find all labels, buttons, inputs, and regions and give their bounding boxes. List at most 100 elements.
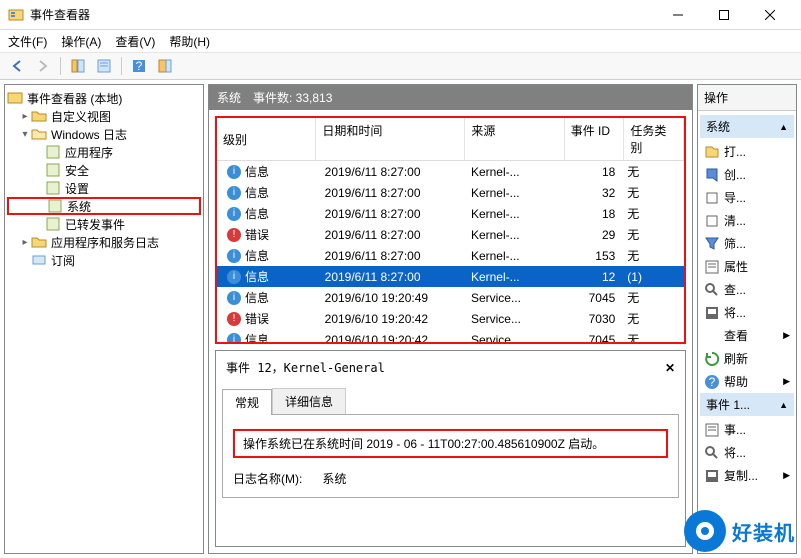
table-row[interactable]: i信息2019/6/11 8:27:00Kernel-...153无: [217, 245, 684, 266]
maximize-button[interactable]: [701, 0, 747, 30]
tree-setup[interactable]: 设置: [65, 180, 89, 197]
action-label: 事...: [724, 421, 746, 438]
cell-eventid: 18: [563, 165, 622, 179]
action-item[interactable]: 事...: [700, 418, 794, 441]
tree-application[interactable]: 应用程序: [65, 144, 113, 161]
detail-title: 事件 12，Kernel-General: [226, 359, 385, 376]
action-item[interactable]: 创...: [700, 163, 794, 186]
menu-file[interactable]: 文件(F): [8, 33, 47, 50]
tree-system[interactable]: 系统: [67, 198, 91, 215]
action-icon: [704, 422, 720, 438]
tree-root[interactable]: 事件查看器 (本地): [27, 90, 122, 107]
tree-app-service-logs[interactable]: 应用程序和服务日志: [51, 234, 159, 251]
table-row[interactable]: i信息2019/6/11 8:27:00Kernel-...12(1): [217, 266, 684, 287]
cell-date: 2019/6/11 8:27:00: [319, 165, 465, 179]
log-icon: [45, 180, 61, 196]
cell-eventid: 29: [563, 228, 622, 242]
grid-body[interactable]: i信息2019/6/11 8:27:00Kernel-...18无i信息2019…: [217, 161, 684, 342]
cell-source: Kernel-...: [465, 207, 563, 221]
col-level[interactable]: 级别: [217, 118, 316, 160]
main-area: 事件查看器 (本地) ▸ 自定义视图 ▾ Windows 日志 应用程序 安全 …: [0, 80, 801, 558]
detail-close-button[interactable]: ✕: [665, 361, 675, 375]
col-source[interactable]: 来源: [465, 118, 564, 160]
properties-button[interactable]: [93, 55, 115, 77]
toolbar-separator: [121, 57, 122, 75]
action-item[interactable]: 复制...▶: [700, 464, 794, 487]
tree-custom-views[interactable]: 自定义视图: [51, 108, 111, 125]
tree-security[interactable]: 安全: [65, 162, 89, 179]
expand-icon[interactable]: ▸: [19, 237, 31, 248]
tree-forwarded[interactable]: 已转发事件: [65, 216, 125, 233]
table-row[interactable]: i信息2019/6/11 8:27:00Kernel-...18无: [217, 161, 684, 182]
close-button[interactable]: [747, 0, 793, 30]
center-header: 系统 事件数: 33,813: [209, 85, 692, 110]
menu-action[interactable]: 操作(A): [61, 33, 101, 50]
show-tree-button[interactable]: [67, 55, 89, 77]
collapse-icon[interactable]: ▾: [19, 129, 31, 140]
grid-header[interactable]: 级别 日期和时间 来源 事件 ID 任务类别: [217, 118, 684, 161]
action-item[interactable]: 将...: [700, 301, 794, 324]
watermark: 好装机: [684, 510, 795, 552]
log-icon: [45, 216, 61, 232]
action-item[interactable]: 查...: [700, 278, 794, 301]
back-button[interactable]: [6, 55, 28, 77]
action-item[interactable]: 导...: [700, 186, 794, 209]
action-item[interactable]: 刷新: [700, 347, 794, 370]
log-icon: [45, 144, 61, 160]
action-item[interactable]: 将...: [700, 441, 794, 464]
action-item[interactable]: 查看▶: [700, 324, 794, 347]
cell-level: 信息: [245, 331, 269, 342]
cell-task: 无: [621, 331, 680, 342]
cell-source: Service...: [465, 333, 563, 343]
action-icon: [704, 259, 720, 275]
action-label: 创...: [724, 166, 746, 183]
action-icon: [704, 305, 720, 321]
cell-source: Kernel-...: [465, 186, 563, 200]
tab-details[interactable]: 详细信息: [272, 388, 346, 414]
panel-button[interactable]: [154, 55, 176, 77]
center-panel: 系统 事件数: 33,813 级别 日期和时间 来源 事件 ID 任务类别 i信…: [208, 84, 693, 554]
table-row[interactable]: i信息2019/6/11 8:27:00Kernel-...32无: [217, 182, 684, 203]
app-icon: [8, 7, 24, 23]
cell-eventid: 7045: [563, 291, 622, 305]
table-row[interactable]: i信息2019/6/10 19:20:42Service...7045无: [217, 329, 684, 342]
detail-body: 操作系统已在系统时间 ‎2019‎ - ‎06‎ - ‎11T00:27:00.…: [222, 415, 679, 498]
svg-text:?: ?: [136, 59, 143, 73]
actions-body: 系统▲打...创...导...清...筛...属性查...将...查看▶刷新?帮…: [698, 111, 796, 553]
forward-button[interactable]: [32, 55, 54, 77]
cell-eventid: 32: [563, 186, 622, 200]
col-date[interactable]: 日期和时间: [316, 118, 465, 160]
help-button[interactable]: ?: [128, 55, 150, 77]
action-item[interactable]: 筛...: [700, 232, 794, 255]
logname-value: 系统: [322, 470, 346, 487]
action-icon: [704, 351, 720, 367]
table-row[interactable]: i信息2019/6/10 19:20:49Service...7045无: [217, 287, 684, 308]
cell-date: 2019/6/11 8:27:00: [319, 270, 465, 284]
table-row[interactable]: i信息2019/6/11 8:27:00Kernel-...18无: [217, 203, 684, 224]
action-label: 打...: [724, 143, 746, 160]
action-item[interactable]: 打...: [700, 140, 794, 163]
action-item[interactable]: 属性: [700, 255, 794, 278]
action-item[interactable]: ?帮助▶: [700, 370, 794, 393]
expand-icon[interactable]: ▸: [19, 111, 31, 122]
minimize-button[interactable]: [655, 0, 701, 30]
menu-view[interactable]: 查看(V): [115, 33, 155, 50]
menu-help[interactable]: 帮助(H): [169, 33, 210, 50]
col-task[interactable]: 任务类别: [624, 118, 684, 160]
action-label: 筛...: [724, 235, 746, 252]
chevron-up-icon: ▲: [779, 122, 788, 132]
action-item[interactable]: 清...: [700, 209, 794, 232]
table-row[interactable]: !错误2019/6/11 8:27:00Kernel-...29无: [217, 224, 684, 245]
navigation-tree[interactable]: 事件查看器 (本地) ▸ 自定义视图 ▾ Windows 日志 应用程序 安全 …: [4, 84, 204, 554]
cell-date: 2019/6/11 8:27:00: [319, 249, 465, 263]
table-row[interactable]: !错误2019/6/10 19:20:42Service...7030无: [217, 308, 684, 329]
tab-general[interactable]: 常规: [222, 389, 272, 415]
action-group-header[interactable]: 事件 1...▲: [700, 393, 794, 416]
tree-windows-logs[interactable]: Windows 日志: [51, 126, 127, 143]
folder-open-icon: [31, 126, 47, 142]
tree-subscriptions[interactable]: 订阅: [51, 252, 75, 269]
chevron-right-icon: ▶: [783, 376, 790, 387]
cell-task: 无: [621, 205, 680, 222]
action-group-header[interactable]: 系统▲: [700, 115, 794, 138]
col-eventid[interactable]: 事件 ID: [565, 118, 625, 160]
